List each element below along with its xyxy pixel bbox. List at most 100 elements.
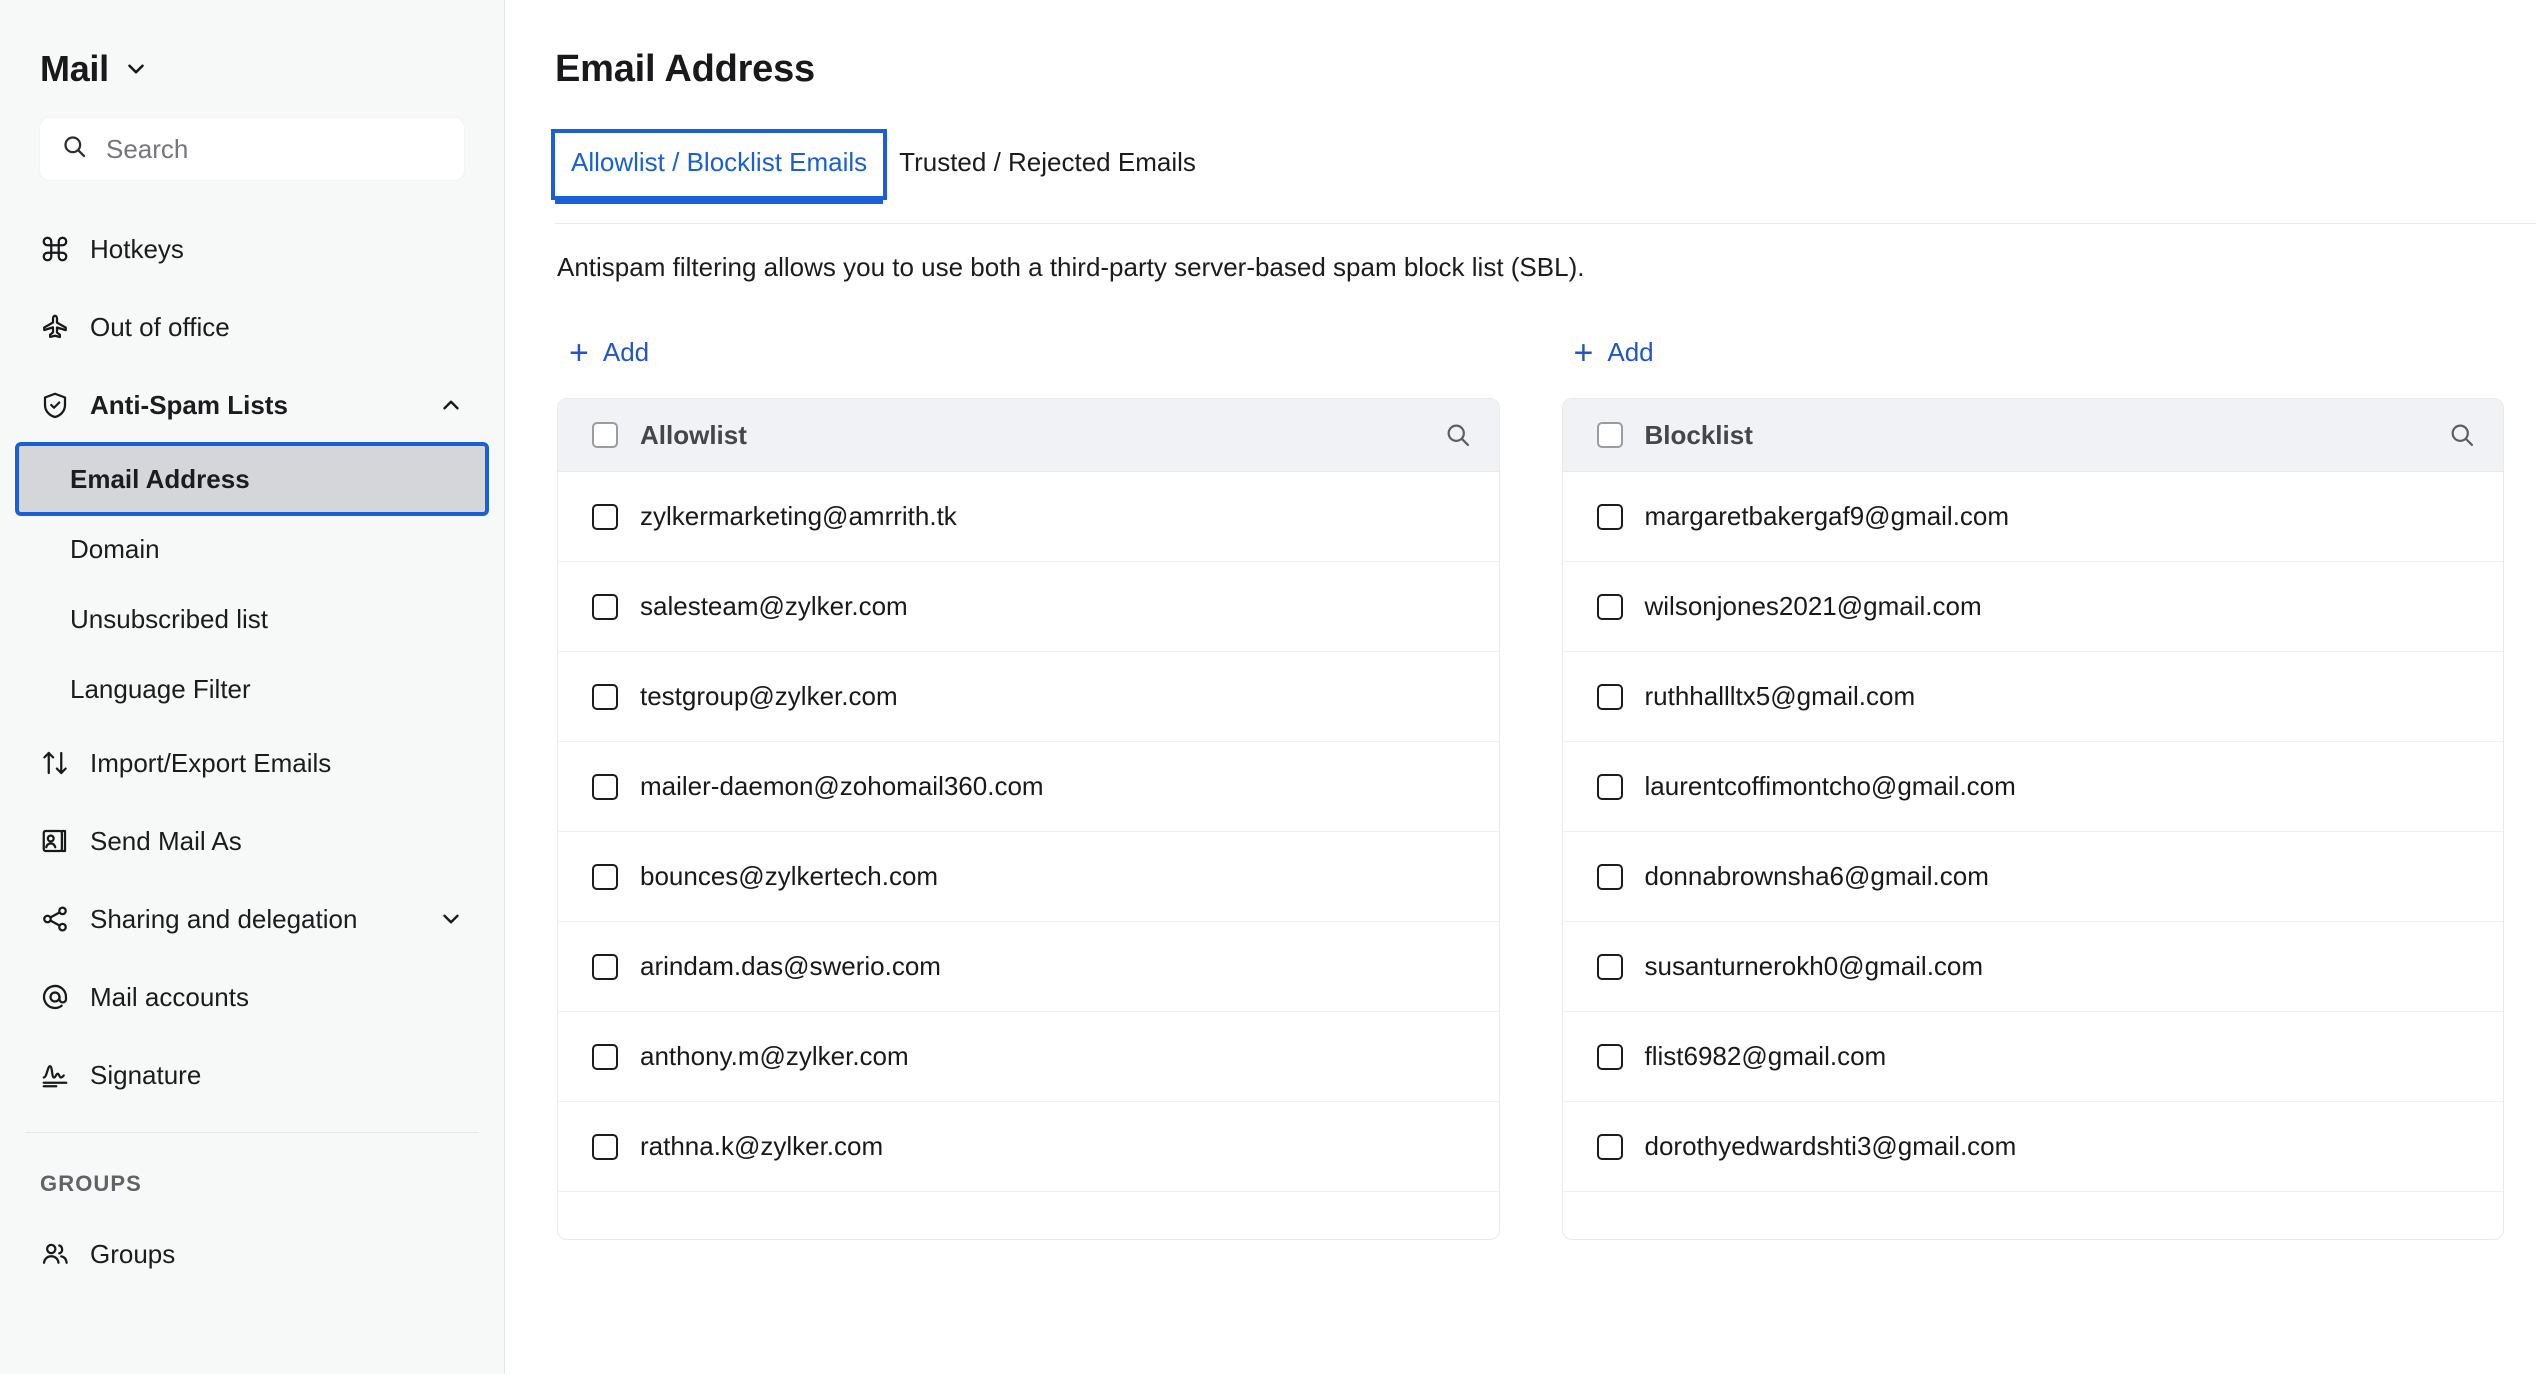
add-button-label: Add (1607, 337, 1654, 367)
sidebar-item-label: Groups (90, 1238, 176, 1269)
row-checkbox[interactable] (592, 593, 618, 620)
sidebar-item-label: Import/Export Emails (90, 747, 332, 778)
email-value: wilsonjones2021@gmail.com (1644, 591, 1982, 621)
description-text: Antispam filtering allows you to use bot… (557, 252, 1585, 282)
sidebar-groups-heading: GROUPS (40, 1171, 142, 1196)
add-button-label: Add (602, 337, 650, 367)
table-row[interactable]: flist6982@gmail.com (1562, 1012, 2503, 1102)
arrows-up-down-icon (40, 748, 80, 778)
allowlist-title: Allowlist (640, 419, 747, 450)
plus-icon: + (569, 333, 589, 372)
chevron-down-icon[interactable] (123, 56, 149, 82)
email-value: mailer-daemon@zohomail360.com (640, 771, 1044, 801)
sidebar-item-label: Send Mail As (90, 825, 242, 856)
search-icon[interactable] (2448, 421, 2476, 449)
table-row[interactable]: salesteam@zylker.com (558, 562, 1499, 652)
sidebar-item-email-address[interactable]: Email Address (15, 442, 489, 516)
blocklist-panel: Blocklist margaretbakergaf9@gmail.com wi… (1561, 398, 2504, 1240)
sidebar-subitem-label: Language Filter (70, 673, 251, 704)
sidebar-item-label: Sharing and delegation (90, 903, 358, 934)
row-checkbox[interactable] (592, 1043, 618, 1070)
sidebar-item-groups[interactable]: Groups (0, 1215, 504, 1293)
brand-row[interactable]: Mail (0, 0, 504, 90)
email-value: laurentcoffimontcho@gmail.com (1644, 771, 2016, 801)
sidebar-item-import-export-emails[interactable]: Import/Export Emails (0, 724, 504, 802)
email-value: rathna.k@zylker.com (640, 1131, 884, 1161)
row-checkbox[interactable] (1596, 1043, 1623, 1070)
email-value: testgroup@zylker.com (640, 681, 898, 711)
table-row[interactable]: laurentcoffimontcho@gmail.com (1562, 742, 2503, 832)
table-row[interactable]: ruthhallltx5@gmail.com (1562, 652, 2503, 742)
sidebar-item-label: Mail accounts (90, 981, 249, 1012)
table-row[interactable]: wilsonjones2021@gmail.com (1562, 562, 2503, 652)
tab-trusted-rejected-emails[interactable]: Trusted / Rejected Emails (883, 133, 1212, 196)
command-icon (40, 234, 80, 264)
row-checkbox[interactable] (1596, 953, 1623, 980)
tabs-baseline (555, 223, 2536, 224)
email-value: bounces@zylkertech.com (640, 861, 939, 891)
user-card-icon (40, 826, 80, 856)
row-checkbox[interactable] (1596, 863, 1623, 890)
table-row[interactable]: susanturnerokh0@gmail.com (1562, 922, 2503, 1012)
tab-allowlist-blocklist-emails[interactable]: Allowlist / Blocklist Emails (550, 129, 888, 204)
search-placeholder: Search (106, 133, 189, 164)
select-all-checkbox[interactable] (1596, 422, 1623, 448)
chevron-down-icon[interactable] (438, 906, 464, 932)
email-value: ruthhallltx5@gmail.com (1644, 681, 1916, 711)
row-checkbox[interactable] (592, 1133, 618, 1160)
table-row[interactable]: arindam.das@swerio.com (558, 922, 1499, 1012)
tab-label: Allowlist / Blocklist Emails (571, 147, 868, 177)
blocklist-header: Blocklist (1562, 399, 2503, 472)
email-value: zylkermarketing@amrrith.tk (640, 501, 957, 531)
row-checkbox[interactable] (1596, 1133, 1623, 1160)
airplane-icon (40, 312, 80, 342)
sidebar-item-out-of-office[interactable]: Out of office (0, 288, 504, 366)
at-sign-icon (40, 982, 80, 1012)
sidebar-subitem-label: Email Address (70, 463, 250, 494)
lists-container: + Add Allowlist zylkermarketing@amrrith.… (505, 331, 2536, 1240)
select-all-checkbox[interactable] (592, 422, 618, 448)
sidebar-item-signature[interactable]: Signature (0, 1036, 504, 1114)
row-checkbox[interactable] (592, 683, 618, 710)
search-input[interactable]: Search (40, 118, 464, 180)
sidebar-item-hotkeys[interactable]: Hotkeys (0, 210, 504, 288)
sidebar-item-sharing-and-delegation[interactable]: Sharing and delegation (0, 880, 504, 958)
chevron-up-icon[interactable] (438, 392, 464, 418)
table-row[interactable]: testgroup@zylker.com (558, 652, 1499, 742)
signature-icon (40, 1060, 80, 1090)
table-row[interactable]: bounces@zylkertech.com (558, 832, 1499, 922)
row-checkbox[interactable] (1596, 503, 1623, 530)
main-content: Email Address Allowlist / Blocklist Emai… (505, 0, 2536, 1374)
row-checkbox[interactable] (592, 773, 618, 800)
email-value: flist6982@gmail.com (1644, 1041, 1887, 1071)
table-row[interactable]: anthony.m@zylker.com (558, 1012, 1499, 1102)
row-checkbox[interactable] (1596, 773, 1623, 800)
sidebar-item-send-mail-as[interactable]: Send Mail As (0, 802, 504, 880)
table-row[interactable]: zylkermarketing@amrrith.tk (558, 472, 1499, 562)
sidebar-item-label: Anti-Spam Lists (90, 389, 288, 420)
sidebar-item-unsubscribed-list[interactable]: Unsubscribed list (17, 584, 487, 654)
users-icon (40, 1239, 80, 1269)
add-blocklist-button[interactable]: + Add (1562, 331, 1664, 374)
tab-bar: Allowlist / Blocklist Emails Trusted / R… (550, 129, 2536, 204)
row-checkbox[interactable] (592, 503, 618, 530)
brand-title: Mail (40, 48, 109, 89)
row-checkbox[interactable] (1596, 683, 1623, 710)
email-value: susanturnerokh0@gmail.com (1644, 951, 1984, 981)
sidebar-item-anti-spam-lists[interactable]: Anti-Spam Lists (0, 366, 504, 444)
table-row[interactable]: rathna.k@zylker.com (558, 1102, 1499, 1192)
table-row[interactable]: margaretbakergaf9@gmail.com (1562, 472, 2503, 562)
table-row[interactable]: mailer-daemon@zohomail360.com (558, 742, 1499, 832)
sidebar-subitem-label: Domain (70, 533, 160, 564)
search-icon (61, 133, 88, 165)
row-checkbox[interactable] (1596, 593, 1623, 620)
search-icon[interactable] (1444, 421, 1472, 449)
add-allowlist-button[interactable]: + Add (557, 331, 659, 374)
row-checkbox[interactable] (592, 863, 618, 890)
sidebar-item-language-filter[interactable]: Language Filter (17, 654, 487, 724)
table-row[interactable]: dorothyedwardshti3@gmail.com (1562, 1102, 2503, 1192)
table-row[interactable]: donnabrownsha6@gmail.com (1562, 832, 2503, 922)
row-checkbox[interactable] (592, 953, 618, 980)
sidebar-item-domain[interactable]: Domain (17, 514, 487, 584)
sidebar-item-mail-accounts[interactable]: Mail accounts (0, 958, 504, 1036)
